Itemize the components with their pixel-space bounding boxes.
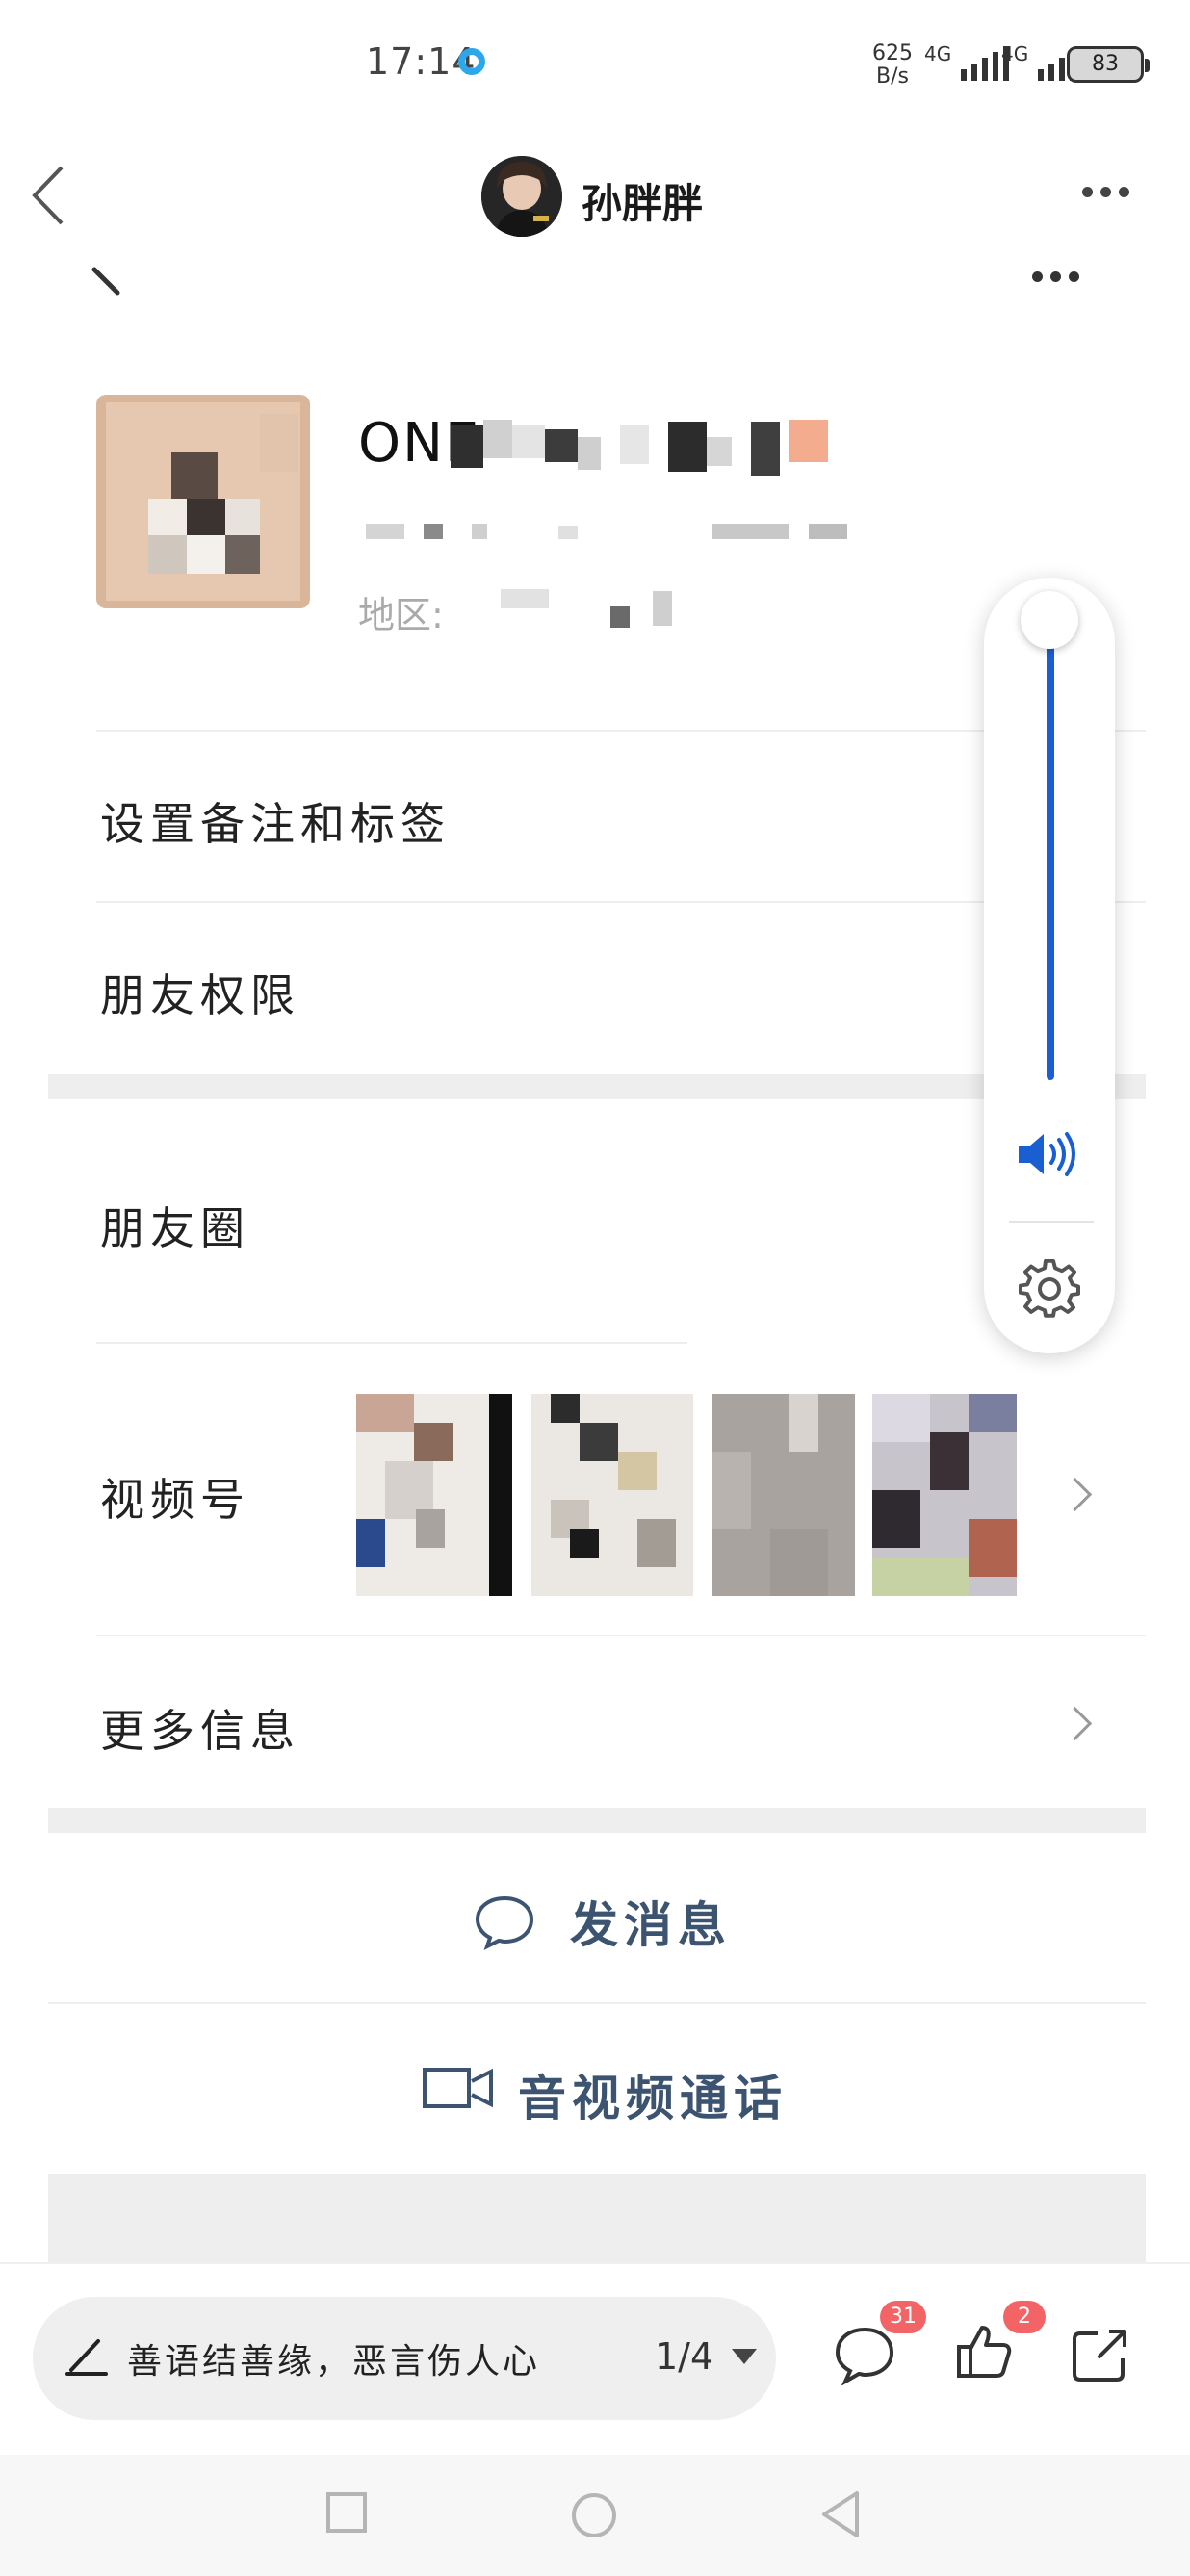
row-permissions-label: 朋友权限 [100, 969, 300, 1021]
channel-thumbnail[interactable] [356, 1394, 512, 1596]
page-indicator[interactable]: 1/4 [655, 2335, 713, 2378]
network-speed-value: 625 [872, 41, 913, 65]
row-moments[interactable]: 朋友圈 [48, 1099, 1146, 1344]
section-separator [48, 1808, 1146, 1833]
row-more-info-label: 更多信息 [100, 1705, 300, 1757]
volume-slider-knob[interactable] [1021, 591, 1078, 649]
pencil-icon [65, 2339, 108, 2376]
video-camera-icon [423, 2068, 493, 2108]
author-name[interactable]: 孙胖胖 [582, 171, 703, 230]
volume-panel-divider [1009, 1221, 1094, 1223]
region-redaction [501, 589, 672, 628]
inner-more-icon [1032, 268, 1087, 286]
row-more-info[interactable]: 更多信息 [48, 1636, 1146, 1806]
row-remark-tag[interactable]: 设置备注和标签 [48, 732, 1146, 901]
share-icon[interactable] [1071, 2324, 1132, 2383]
wechat-id-redaction [366, 524, 847, 539]
row-moments-label: 朋友圈 [100, 1202, 250, 1254]
more-info-chevron-right-icon [1057, 1706, 1093, 1741]
notification-ring-icon [458, 48, 485, 75]
section-separator [48, 1074, 1146, 1099]
more-icon[interactable] [1082, 183, 1137, 201]
channel-thumbnail[interactable] [712, 1394, 855, 1596]
channel-thumbnail[interactable] [872, 1394, 1017, 1596]
comment-placeholder: 善语结善缘，恶言伤人心 [127, 2342, 541, 2382]
triangle-nav-icon[interactable] [818, 2489, 863, 2539]
signal-1-label: 4G [924, 42, 952, 65]
name-redaction [451, 420, 828, 476]
page-dropdown-icon[interactable] [732, 2349, 757, 2364]
author-avatar[interactable] [481, 156, 562, 237]
battery-indicator: 83 [1067, 46, 1150, 83]
video-call-button[interactable]: 音视频通话 [48, 2004, 1146, 2174]
video-call-label: 音视频通话 [518, 2071, 788, 2126]
thumbs-up-icon[interactable] [955, 2322, 1013, 2382]
comment-count-badge: 31 [880, 2301, 926, 2333]
region-label: 地区: [358, 594, 444, 636]
row-channels-label: 视频号 [100, 1474, 250, 1526]
comment-icon[interactable] [834, 2324, 895, 2385]
gear-icon[interactable] [1019, 1259, 1080, 1321]
row-permissions[interactable]: 朋友权限 [48, 903, 1146, 1074]
square-nav-icon[interactable] [325, 2491, 368, 2534]
send-message-button[interactable]: 发消息 [48, 1833, 1146, 2002]
network-speed-unit: B/s [876, 64, 909, 89]
chat-bubble-icon [475, 1895, 534, 1950]
network-speed: 625 B/s [872, 42, 913, 89]
send-message-label: 发消息 [570, 1897, 732, 1953]
volume-slider-track[interactable] [1047, 616, 1054, 1080]
bottom-gray-area [48, 2174, 1146, 2262]
like-count-badge: 2 [1003, 2301, 1046, 2333]
back-arrow-icon[interactable] [27, 162, 73, 229]
inner-back-icon [91, 267, 120, 296]
speaker-icon[interactable] [1015, 1128, 1082, 1180]
row-remark-tag-label: 设置备注和标签 [100, 798, 451, 850]
profile-avatar [96, 395, 310, 608]
signal-2-label: 4G [1001, 42, 1029, 65]
circle-nav-icon[interactable] [570, 2491, 618, 2539]
channel-thumbnail[interactable] [531, 1394, 693, 1596]
